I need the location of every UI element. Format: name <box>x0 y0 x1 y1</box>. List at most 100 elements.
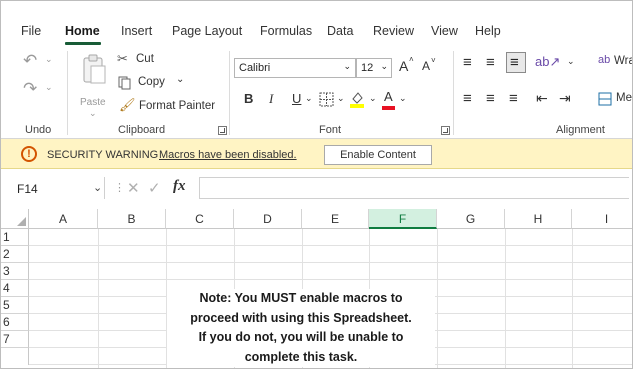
wrap-text-icon: ab <box>598 54 611 66</box>
align-left-icon[interactable]: ≡ <box>463 90 472 107</box>
note-line: Note: You MUST enable macros to <box>199 291 403 305</box>
cell-row[interactable] <box>29 263 632 280</box>
align-right-icon[interactable]: ≡ <box>509 90 518 107</box>
redo-dropdown-icon[interactable]: ⌄ <box>45 82 53 93</box>
row-header-8[interactable] <box>1 348 29 365</box>
ribbon-separator <box>453 51 454 135</box>
undo-dropdown-icon[interactable]: ⌄ <box>45 54 53 65</box>
decrease-indent-icon[interactable]: ⇤ <box>536 90 548 107</box>
grid-line <box>505 229 506 368</box>
redo-icon[interactable]: ↷ <box>23 79 37 99</box>
font-color-swatch <box>382 106 395 110</box>
grid-line <box>437 229 438 368</box>
row-header-2[interactable]: 2 <box>1 246 29 263</box>
tab-review[interactable]: Review <box>373 24 414 38</box>
underline-dropdown-icon[interactable]: ⌄ <box>305 93 313 104</box>
shrink-font-button[interactable]: A <box>422 59 430 73</box>
fill-color-icon[interactable] <box>349 90 365 108</box>
align-bottom-button[interactable]: ≡ <box>506 52 526 73</box>
note-line: proceed with using this Spreadsheet. <box>190 310 412 325</box>
tab-data[interactable]: Data <box>327 24 353 38</box>
align-top-icon[interactable]: ≡ <box>463 54 472 71</box>
column-header-b[interactable]: B <box>98 209 166 229</box>
tab-view[interactable]: View <box>431 24 458 38</box>
macro-note-textbox[interactable]: Note: You MUST enable macros to proceed … <box>167 289 435 367</box>
row-header-4[interactable]: 4 <box>1 280 29 297</box>
group-label-clipboard: Clipboard <box>118 124 166 136</box>
column-header-i[interactable]: I <box>572 209 632 229</box>
font-dialog-launcher[interactable] <box>441 126 450 135</box>
grid-line <box>572 229 573 368</box>
tab-formulas[interactable]: Formulas <box>260 24 312 38</box>
group-label-font: Font <box>319 124 342 136</box>
column-header-a[interactable]: A <box>29 209 98 229</box>
paste-icon[interactable] <box>81 53 107 85</box>
font-size-value: 12 <box>361 62 374 74</box>
copy-dropdown-icon[interactable]: ⌄ <box>176 74 184 85</box>
macros-disabled-link[interactable]: Macros have been disabled. <box>159 149 297 161</box>
cut-button[interactable]: Cut <box>136 53 154 65</box>
excel-window: File Home Insert Page Layout Formulas Da… <box>0 0 633 369</box>
row-header-7[interactable]: 7 <box>1 331 29 348</box>
align-center-icon[interactable]: ≡ <box>486 90 495 107</box>
merge-center-icon <box>598 92 612 106</box>
paste-button[interactable]: Paste <box>80 97 106 108</box>
font-family-select[interactable]: Calibri ⌄ <box>234 58 356 78</box>
enable-content-button[interactable]: Enable Content <box>324 145 432 165</box>
select-all-button[interactable] <box>1 209 29 229</box>
borders-dropdown-icon[interactable]: ⌄ <box>337 93 345 104</box>
orientation-dropdown-icon[interactable]: ⌄ <box>567 56 575 67</box>
clipboard-dialog-launcher[interactable] <box>218 126 227 135</box>
insert-function-button[interactable]: fx <box>173 178 186 195</box>
chevron-down-icon: ⌄ <box>343 61 351 71</box>
tab-home[interactable]: Home <box>65 24 100 38</box>
tab-help[interactable]: Help <box>475 24 501 38</box>
wrap-text-button[interactable]: Wra <box>614 55 632 67</box>
column-header-e[interactable]: E <box>302 209 369 229</box>
underline-button[interactable]: U <box>292 91 301 106</box>
italic-button[interactable]: I <box>269 91 273 107</box>
grow-font-button[interactable]: A <box>399 58 408 74</box>
fill-color-dropdown-icon[interactable]: ⌄ <box>369 93 377 104</box>
name-box[interactable]: F14 ⌄ <box>9 177 105 199</box>
security-warning-bar: ! SECURITY WARNING Macros have been disa… <box>1 139 632 169</box>
merge-center-button[interactable]: Me <box>616 92 632 104</box>
chevron-down-icon: ⌄ <box>380 61 388 71</box>
font-color-dropdown-icon[interactable]: ⌄ <box>399 93 407 104</box>
tab-file[interactable]: File <box>21 24 41 38</box>
copy-button[interactable]: Copy <box>138 76 165 88</box>
name-box-value: F14 <box>17 182 38 196</box>
group-label-undo: Undo <box>25 124 52 136</box>
ribbon-separator <box>229 51 230 135</box>
cell-row[interactable] <box>29 229 632 246</box>
row-header-1[interactable]: 1 <box>1 229 29 246</box>
orientation-icon[interactable]: ab↗ <box>535 54 560 70</box>
cancel-icon[interactable]: ✕ <box>127 179 140 197</box>
format-painter-button[interactable]: Format Painter <box>139 100 215 112</box>
tab-page-layout[interactable]: Page Layout <box>172 24 242 38</box>
row-header-6[interactable]: 6 <box>1 314 29 331</box>
enter-icon[interactable]: ✓ <box>148 179 161 197</box>
font-color-button[interactable]: A <box>384 89 393 104</box>
column-header-d[interactable]: D <box>234 209 302 229</box>
align-middle-icon[interactable]: ≡ <box>486 54 495 71</box>
row-header-5[interactable]: 5 <box>1 297 29 314</box>
font-size-select[interactable]: 12 ⌄ <box>356 58 392 78</box>
formula-input[interactable] <box>199 177 629 199</box>
borders-icon[interactable] <box>319 92 334 107</box>
cell-row[interactable] <box>29 246 632 263</box>
bold-button[interactable]: B <box>244 91 253 106</box>
font-family-value: Calibri <box>239 62 271 74</box>
column-header-h[interactable]: H <box>505 209 572 229</box>
tab-insert[interactable]: Insert <box>121 24 152 38</box>
column-header-f[interactable]: F <box>369 209 437 229</box>
worksheet-grid: A B C D E F G H I 1 2 3 4 5 6 7 Note: Yo <box>1 209 632 368</box>
ribbon-separator <box>67 51 68 135</box>
paste-dropdown-icon[interactable]: ⌄ <box>89 108 97 119</box>
undo-icon[interactable]: ↶ <box>23 51 37 71</box>
column-header-g[interactable]: G <box>437 209 505 229</box>
increase-indent-icon[interactable]: ⇥ <box>559 90 571 107</box>
cut-icon: ✂ <box>117 51 128 66</box>
row-header-3[interactable]: 3 <box>1 263 29 280</box>
column-header-c[interactable]: C <box>166 209 234 229</box>
